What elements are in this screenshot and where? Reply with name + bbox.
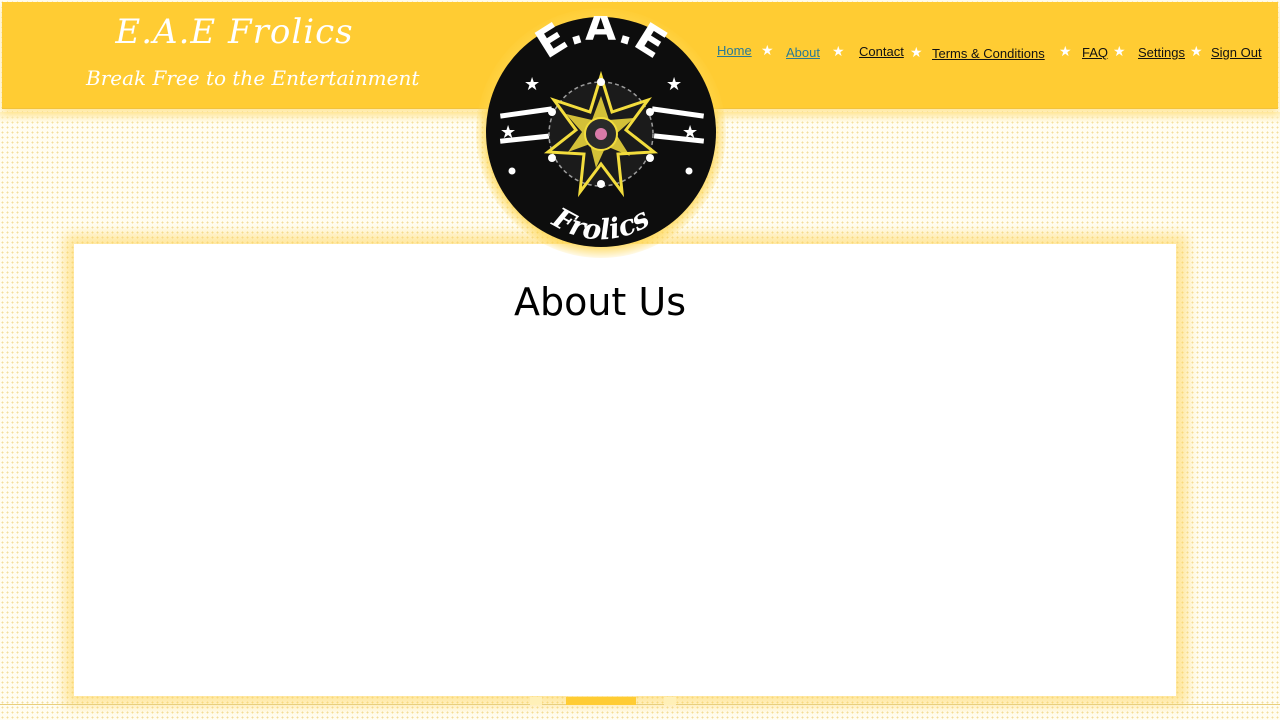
footer-tab: [530, 697, 542, 705]
footer-rule: [0, 704, 1280, 705]
star-icon: ★: [1113, 43, 1126, 59]
nav-faq-link[interactable]: FAQ: [1082, 45, 1108, 60]
star-icon: ★: [1059, 43, 1072, 59]
nav-home-link[interactable]: Home: [717, 43, 752, 58]
nav-settings-link[interactable]: Settings: [1138, 45, 1185, 60]
footer-tab: [566, 697, 636, 705]
site-logo[interactable]: ★ ★ ★ ★ E.A.E Frolics: [486, 16, 716, 248]
nav-about-link[interactable]: About: [786, 45, 820, 60]
star-icon: ★: [832, 43, 845, 59]
star-icon: ★: [761, 42, 774, 58]
site-title: E.A.E Frolics: [115, 12, 354, 52]
star-icon: ★: [910, 44, 923, 60]
star-icon: ★: [666, 74, 682, 95]
nav-signout-link[interactable]: Sign Out: [1211, 45, 1262, 60]
star-icon: ★: [524, 74, 540, 95]
nav-terms-link[interactable]: Terms & Conditions: [932, 46, 1045, 61]
footer-tab: [664, 697, 676, 705]
nav-contact-link[interactable]: Contact: [859, 44, 904, 59]
star-icon: ★: [1190, 43, 1203, 59]
star-icon: ★: [500, 122, 516, 143]
page-title: About Us: [513, 280, 687, 324]
star-icon: ★: [682, 122, 698, 143]
site-tagline: Break Free to the Entertainment: [86, 66, 420, 90]
about-content-panel: About Us: [74, 244, 1176, 696]
